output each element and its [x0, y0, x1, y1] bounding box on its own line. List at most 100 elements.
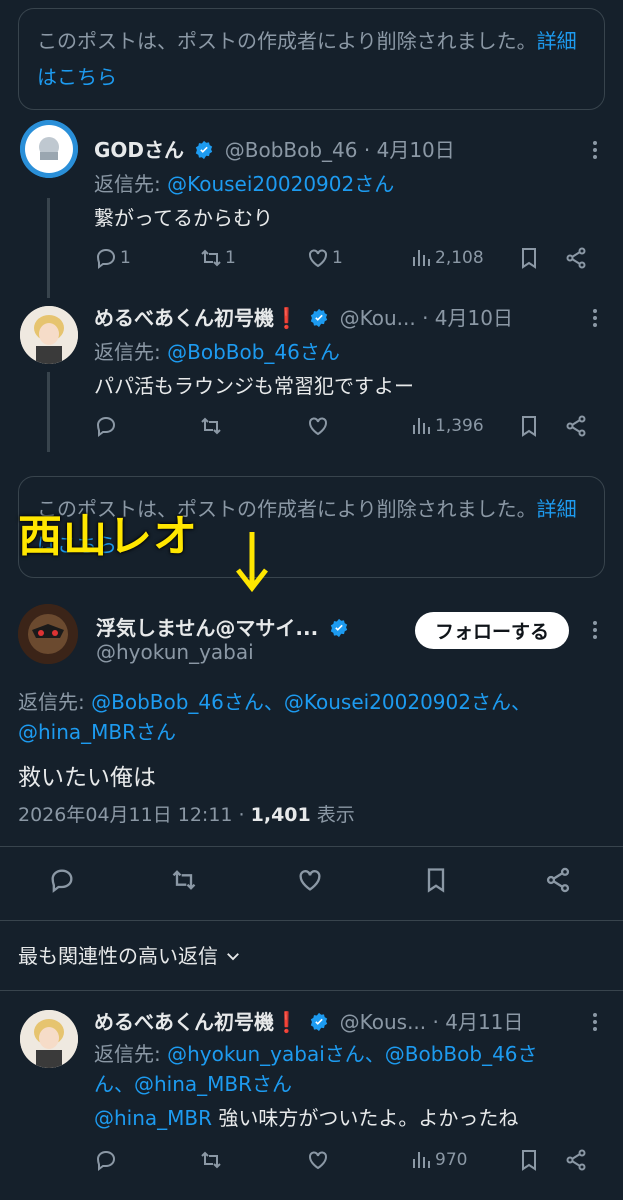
- retweet-count: 1: [225, 248, 236, 268]
- heart-icon: [309, 1151, 327, 1170]
- reply-button[interactable]: 1: [94, 246, 131, 270]
- share-button[interactable]: [564, 414, 588, 438]
- analytics-icon: [413, 250, 430, 266]
- deleted-notice-text: このポストは、ポストの作成者により削除されました。: [37, 29, 537, 53]
- sort-label: 最も関連性の高い返信: [18, 944, 218, 968]
- views-label: 表示: [316, 804, 355, 826]
- analytics-icon: [413, 418, 430, 434]
- display-name[interactable]: GODさん: [94, 138, 184, 162]
- more-options-icon[interactable]: [593, 138, 599, 162]
- bookmark-button[interactable]: [517, 1148, 541, 1172]
- display-name[interactable]: めるべあくん初号機❗: [94, 306, 299, 330]
- heart-icon: [309, 417, 327, 436]
- reply-to-label: 返信先:: [94, 172, 161, 196]
- view-count: 970: [435, 1150, 468, 1170]
- share-button[interactable]: [564, 246, 588, 270]
- reply-to-mention[interactable]: @Kousei20020902さん: [167, 172, 394, 196]
- tweet-header: めるべあくん初号機❗ @Kou... · 4月10日: [94, 302, 513, 331]
- retweet-icon: [201, 1151, 221, 1169]
- like-count: 1: [332, 248, 343, 268]
- verified-icon: [330, 618, 347, 638]
- mention-link[interactable]: @hina_MBR: [94, 1106, 212, 1130]
- bookmark-button[interactable]: [422, 866, 450, 894]
- reply-icon: [96, 248, 116, 269]
- divider: [0, 990, 623, 991]
- action-bar: 970: [94, 1148, 604, 1178]
- handle[interactable]: @Kous...: [340, 1010, 427, 1034]
- reply-button[interactable]: [94, 414, 118, 438]
- reply-to-line: 返信先: @BobBob_46さん、@Kousei20020902さん、: [18, 686, 531, 715]
- timestamp[interactable]: · 4月11日: [433, 1010, 524, 1034]
- retweet-button[interactable]: 1: [199, 246, 236, 270]
- share-icon: [566, 1149, 586, 1171]
- retweet-icon: [201, 417, 221, 435]
- timestamp[interactable]: · 4月10日: [422, 306, 513, 330]
- tweet-text: パパ活もラウンジも常習犯ですよー: [94, 374, 414, 398]
- bookmark-button[interactable]: [517, 246, 541, 270]
- tweet-text: 救いたい俺は: [18, 765, 156, 791]
- share-button[interactable]: [544, 866, 572, 894]
- action-bar: [0, 866, 623, 906]
- verified-icon: [311, 308, 328, 328]
- reply-to-mention[interactable]: ん、@hina_MBRさん: [94, 1072, 292, 1096]
- action-bar: 1,396: [94, 414, 604, 444]
- display-name[interactable]: 浮気しません@マサイ...: [96, 616, 318, 640]
- timestamp[interactable]: 2026年04月11日 12:11 ·: [18, 804, 245, 826]
- annotation-arrow: [232, 530, 272, 598]
- share-icon: [566, 415, 586, 437]
- display-name[interactable]: めるべあくん初号機❗: [94, 1010, 299, 1034]
- verified-icon: [196, 140, 213, 160]
- avatar[interactable]: [18, 604, 78, 664]
- follow-button[interactable]: フォローする: [414, 612, 569, 649]
- share-icon: [546, 867, 570, 893]
- like-button[interactable]: [306, 1148, 330, 1172]
- view-count: 1,401: [250, 804, 311, 826]
- like-button[interactable]: [306, 414, 330, 438]
- divider: [0, 846, 623, 847]
- reply-to-mentions[interactable]: @BobBob_46さん、@Kousei20020902さん、: [91, 690, 531, 714]
- share-icon: [566, 247, 586, 269]
- reply-button[interactable]: [94, 1148, 118, 1172]
- reply-button[interactable]: [48, 866, 76, 894]
- reply-to-mentions-cont[interactable]: ん、@hina_MBRさん: [94, 1068, 292, 1097]
- retweet-icon: [201, 249, 221, 267]
- avatar[interactable]: [20, 1010, 78, 1068]
- divider: [0, 920, 623, 921]
- retweet-button[interactable]: [199, 414, 223, 438]
- action-bar: 1 1 1 2,108: [94, 246, 604, 276]
- handle[interactable]: @BobBob_46: [225, 138, 358, 162]
- reply-to-mention[interactable]: @hina_MBRさん: [18, 716, 176, 745]
- retweet-button[interactable]: [199, 1148, 223, 1172]
- chevron-down-icon: [227, 953, 240, 961]
- avatar[interactable]: [20, 120, 78, 178]
- reply-to-line: 返信先: @hyokun_yabaiさん、@BobBob_46さ: [94, 1038, 538, 1067]
- like-button[interactable]: 1: [306, 246, 343, 270]
- timestamp[interactable]: · 4月10日: [364, 138, 455, 162]
- bookmark-icon: [427, 868, 445, 893]
- tweet-text: @hina_MBR 強い味方がついたよ。よかったね: [94, 1102, 518, 1131]
- thread-line: [47, 372, 50, 452]
- reply-icon: [96, 416, 116, 437]
- more-options-icon[interactable]: [593, 618, 599, 642]
- handle[interactable]: @Kou...: [340, 306, 416, 330]
- tweet-header: めるべあくん初号機❗ @Kous... · 4月11日: [94, 1006, 523, 1035]
- like-button[interactable]: [296, 866, 324, 894]
- reply-sort-selector[interactable]: 最も関連性の高い返信: [18, 940, 242, 969]
- bookmark-button[interactable]: [517, 414, 541, 438]
- handle[interactable]: @hyokun_yabai: [96, 640, 254, 664]
- views-button[interactable]: 2,108: [409, 246, 484, 270]
- reply-to-mention[interactable]: @BobBob_46さん: [167, 340, 340, 364]
- reply-count: 1: [120, 248, 131, 268]
- share-button[interactable]: [564, 1148, 588, 1172]
- tweet-text: 繋がってるからむり: [94, 206, 273, 230]
- reply-to-mentions[interactable]: @hyokun_yabaiさん、@BobBob_46さ: [167, 1042, 537, 1066]
- more-options-icon[interactable]: [593, 1010, 599, 1034]
- tweet-header: 浮気しません@マサイ...: [96, 612, 353, 641]
- views-button[interactable]: 970: [409, 1148, 467, 1172]
- more-options-icon[interactable]: [593, 306, 599, 330]
- retweet-button[interactable]: [170, 866, 198, 894]
- avatar[interactable]: [20, 306, 78, 364]
- views-button[interactable]: 1,396: [409, 414, 484, 438]
- retweet-icon: [172, 870, 196, 890]
- view-count: 2,108: [435, 248, 484, 268]
